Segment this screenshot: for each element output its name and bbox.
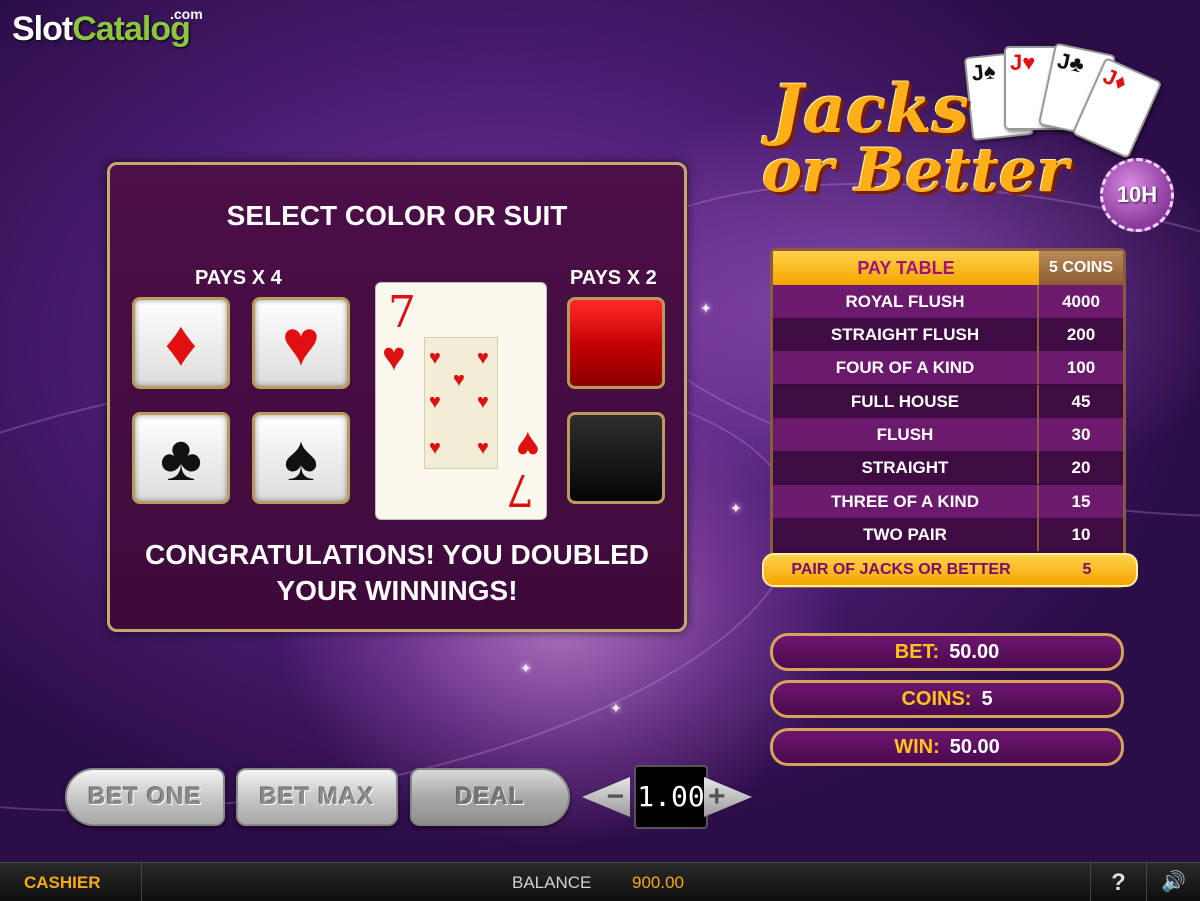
heart-pip-icon: ♥ (429, 347, 441, 369)
hand-payout: 10 (1071, 525, 1091, 544)
red-color-button[interactable] (567, 297, 665, 389)
slotcatalog-logo: SlotCatalog .com (12, 6, 203, 49)
bet-one-button[interactable]: BET ONE (65, 768, 225, 826)
coins-display: COINS: 5 (770, 680, 1124, 718)
pay-table-title: PAY TABLE (773, 251, 1039, 285)
heart-pip-icon: ♥ (477, 437, 489, 459)
drawn-card: 7 ♥ ♥ ♥ ♥ ♥ ♥ ♥ ♥ ♥ 7 (375, 282, 547, 520)
spades-button[interactable]: ♠ (252, 412, 350, 504)
clubs-button[interactable]: ♣ (132, 412, 230, 504)
bottom-bar: CASHIER BALANCE 900.00 ? 🔊 (0, 862, 1200, 901)
double-up-panel: SELECT COLOR OR SUIT PAYS X 4 PAYS X 2 ♦… (107, 162, 687, 632)
pay-table-row: TWO PAIR 10 (773, 518, 1123, 551)
pay-table-winning-row: PAIR OF JACKS OR BETTER 5 (762, 553, 1138, 587)
sparkle-decoration: ✦ (730, 500, 742, 516)
hand-payout: 45 (1071, 392, 1091, 411)
suit-payout-label: PAYS X 4 (195, 267, 282, 289)
balance-value: 900.00 (632, 873, 684, 892)
heart-pip-icon: ♥ (429, 437, 441, 459)
heart-icon: ♥ (382, 335, 406, 379)
coin-value-selector: − 1.00 + (580, 765, 760, 829)
hand-payout: 200 (1066, 325, 1096, 344)
heart-icon: ♥ (516, 423, 540, 467)
speaker-icon: 🔊 (1161, 871, 1186, 893)
hand-name: FULL HOUSE (773, 385, 1039, 418)
coins-value: 5 (981, 687, 993, 710)
coin-value-display: 1.00 (634, 765, 708, 829)
hand-name: STRAIGHT FLUSH (773, 318, 1039, 351)
sparkle-decoration: ✦ (610, 700, 622, 716)
heart-pip-icon: ♥ (453, 369, 465, 391)
sparkle-decoration: ✦ (520, 660, 532, 676)
pay-table-row: FLUSH 30 (773, 418, 1123, 451)
sparkle-decoration: ✦ (700, 300, 712, 316)
hand-payout: 30 (1071, 425, 1091, 444)
balance-label: BALANCE (512, 873, 592, 892)
win-value: 50.00 (949, 735, 1000, 758)
pay-table-row: FULL HOUSE 45 (773, 385, 1123, 418)
card-pip-area: ♥ ♥ ♥ ♥ ♥ ♥ ♥ (424, 337, 498, 469)
pay-table-row: STRAIGHT 20 (773, 451, 1123, 484)
hand-payout: 4000 (1062, 292, 1100, 311)
bet-label: BET: (894, 640, 940, 663)
win-label: WIN: (894, 735, 940, 758)
heart-pip-icon: ♥ (429, 391, 441, 413)
bet-value: 50.00 (949, 640, 1000, 663)
hand-name: FLUSH (773, 418, 1039, 451)
game-title-line2: or Better (762, 136, 1069, 206)
win-display: WIN: 50.00 (770, 728, 1124, 766)
increase-coin-button[interactable]: + (704, 777, 752, 817)
black-color-button[interactable] (567, 412, 665, 504)
decrease-coin-button[interactable]: − (582, 777, 630, 817)
card-rank: 7 (388, 287, 416, 338)
hand-name: TWO PAIR (773, 518, 1039, 551)
help-button[interactable]: ? (1090, 863, 1146, 901)
card-rank: 7 (506, 464, 534, 515)
color-payout-label: PAYS X 2 (570, 267, 657, 289)
diamond-icon: ♦ (164, 307, 198, 379)
hand-name: FOUR OF A KIND (773, 351, 1039, 384)
spade-icon: ♠ (284, 422, 318, 494)
club-icon: ♣ (160, 422, 202, 494)
sound-button[interactable]: 🔊 (1146, 863, 1200, 901)
10h-badge: 10H (1100, 158, 1174, 232)
pay-table-row: ROYAL FLUSH 4000 (773, 285, 1123, 318)
hand-payout: 15 (1071, 492, 1091, 511)
coins-label: COINS: (901, 687, 972, 710)
heart-icon: ♥ (282, 307, 320, 379)
heart-pip-icon: ♥ (477, 347, 489, 369)
logo-text-slot: Slot (12, 10, 73, 48)
pay-table-header: PAY TABLE 5 COINS (773, 251, 1123, 285)
hand-payout: 20 (1071, 458, 1091, 477)
pay-table-row: FOUR OF A KIND 100 (773, 351, 1123, 384)
double-up-title: SELECT COLOR OR SUIT (226, 200, 568, 231)
hearts-button[interactable]: ♥ (252, 297, 350, 389)
hand-name: PAIR OF JACKS OR BETTER (791, 561, 1011, 578)
pay-table-coins-header: 5 COINS (1039, 251, 1123, 285)
diamonds-button[interactable]: ♦ (132, 297, 230, 389)
bet-max-button[interactable]: BET MAX (236, 768, 398, 826)
hand-payout: 5 (1082, 561, 1092, 578)
bet-display: BET: 50.00 (770, 633, 1124, 671)
pay-table: PAY TABLE 5 COINS ROYAL FLUSH 4000 STRAI… (770, 248, 1126, 588)
cashier-button[interactable]: CASHIER (0, 863, 142, 901)
result-message: CONGRATULATIONS! YOU DOUBLED YOUR WINNIN… (145, 539, 649, 606)
heart-pip-icon: ♥ (477, 391, 489, 413)
pay-table-row: STRAIGHT FLUSH 200 (773, 318, 1123, 351)
hand-name: STRAIGHT (773, 451, 1039, 484)
deal-button[interactable]: DEAL (410, 768, 570, 826)
pay-table-row: THREE OF A KIND 15 (773, 485, 1123, 518)
logo-suffix: .com (170, 6, 203, 22)
hand-name: ROYAL FLUSH (773, 285, 1039, 318)
hand-payout: 100 (1066, 358, 1096, 377)
hand-name: THREE OF A KIND (773, 485, 1039, 518)
